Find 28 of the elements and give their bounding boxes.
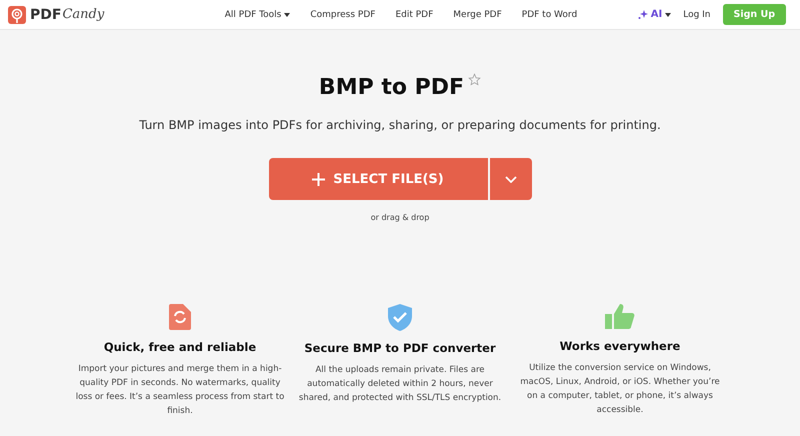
shield-check-icon (388, 304, 412, 331)
feature-text: Import your pictures and merge them in a high-quality PDF in seconds. No watermarks, quality loss or fees. It’s a seamless process from start to finish. (74, 363, 286, 418)
login-link[interactable]: Log In (683, 10, 711, 20)
logo-text: PDF (30, 6, 62, 22)
star-icon[interactable] (468, 73, 482, 86)
chevron-down-icon (504, 176, 516, 182)
nav-link[interactable]: Edit PDF (395, 10, 434, 20)
subtitle: Turn BMP images into PDFs for archiving, sharing, or preparing documents for printing. (139, 118, 661, 132)
dropdown-button[interactable] (490, 158, 532, 200)
feature-text: Utilize the conversion service on Windows, macOS, Linux, Android, or iOS. Whether you’re on a computer, tablet, or phone, it’s always accessible. (519, 362, 721, 417)
logo-icon (8, 6, 26, 24)
thumbs-up-icon (605, 304, 635, 329)
feature-title: Quick, free and reliable (104, 340, 256, 354)
plus-icon (312, 172, 326, 186)
caret-icon (665, 12, 672, 16)
page-title: BMP to PDF (318, 75, 464, 100)
ai-menu[interactable]: AI (638, 9, 672, 20)
drag-drop-hint: or drag & drop (370, 213, 430, 222)
nav-link[interactable]: Merge PDF (453, 10, 502, 20)
nav-link[interactable]: PDF to Word (522, 10, 578, 20)
file-sync-icon (169, 304, 191, 330)
logo-script-text: Candy (62, 7, 104, 22)
feature-title: Secure BMP to PDF converter (304, 341, 496, 355)
feature-title: Works everywhere (560, 339, 680, 353)
sparkle-icon (638, 10, 648, 20)
nav-link[interactable]: Compress PDF (310, 10, 376, 20)
feature-text: All the uploads remain private. Files are automatically deleted within 2 hours, never shared, and protected with SSL/TLS encryption. (298, 364, 502, 405)
nav-link[interactable]: All PDF Tools (224, 10, 290, 20)
